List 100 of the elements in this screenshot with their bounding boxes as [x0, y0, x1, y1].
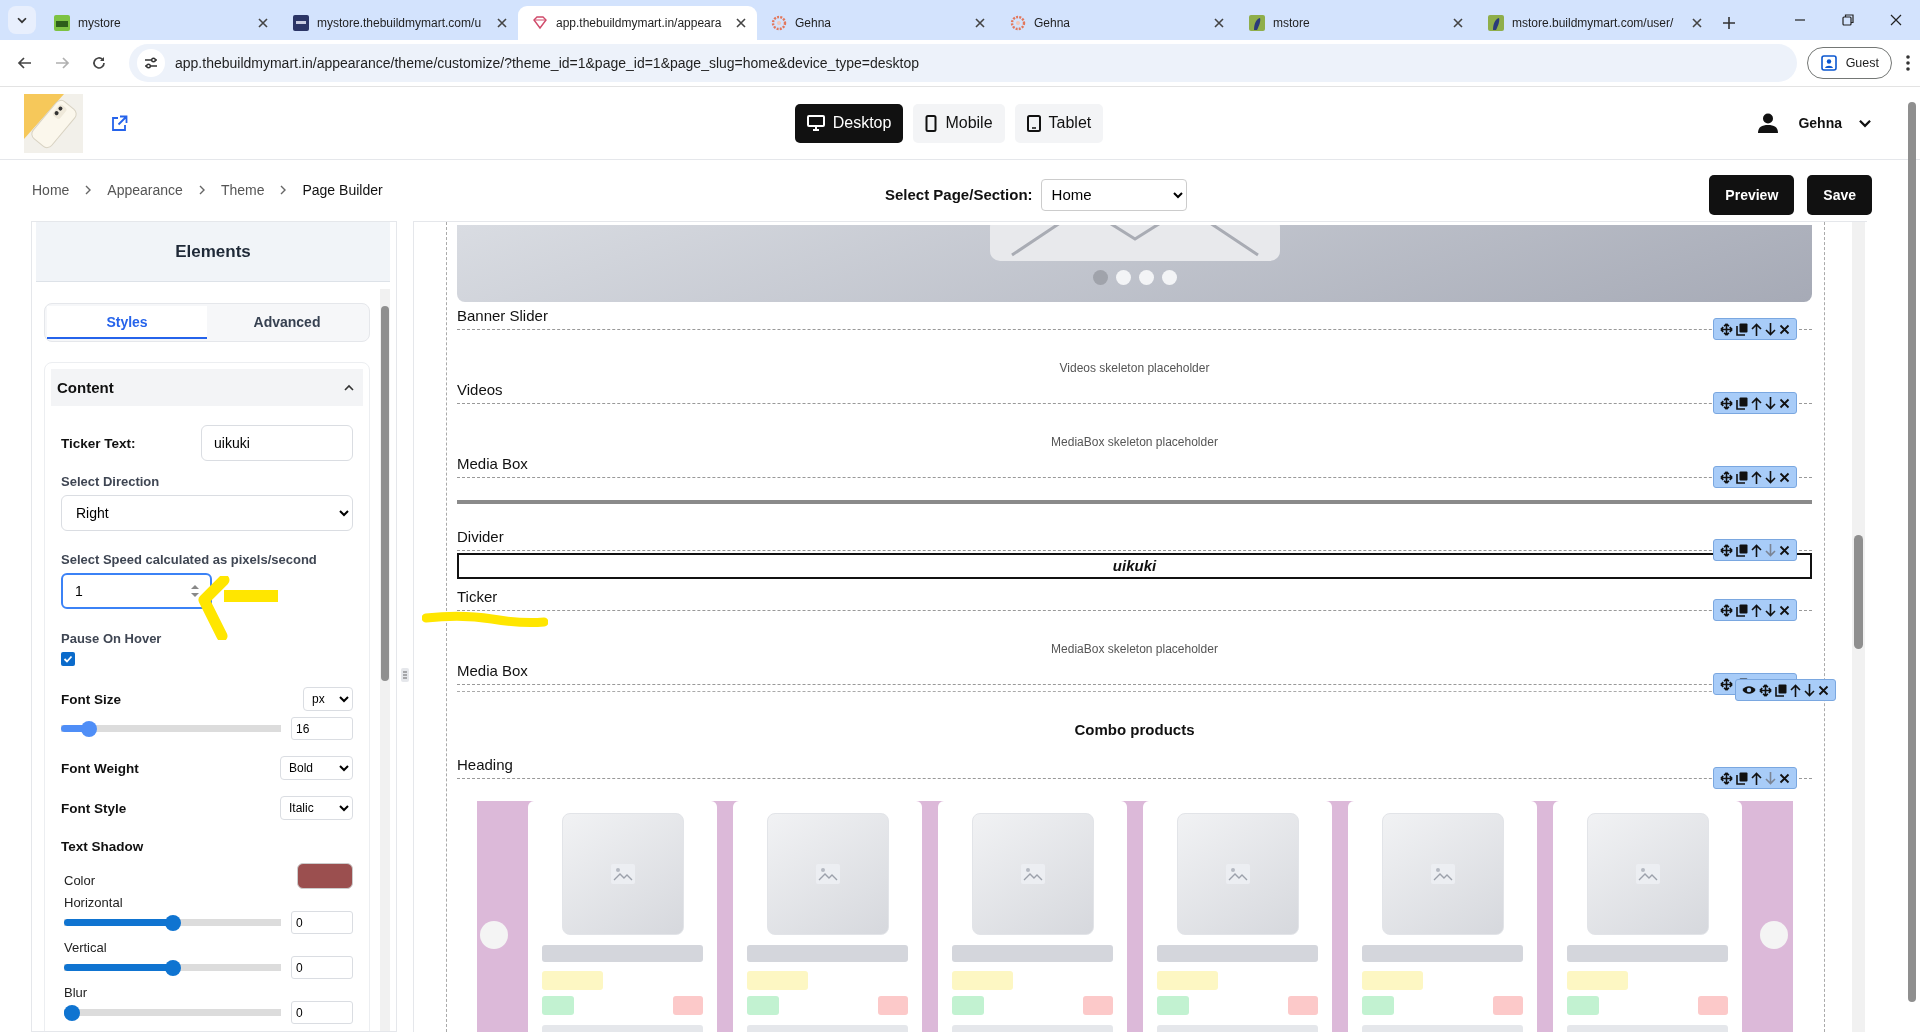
move-icon[interactable] [1720, 470, 1733, 484]
user-icon [1758, 113, 1779, 133]
site-info-icon[interactable] [143, 55, 159, 71]
move-icon[interactable] [1720, 322, 1733, 336]
unit-select[interactable]: px [303, 687, 353, 711]
close-icon[interactable] [1779, 604, 1790, 616]
reload-icon[interactable] [91, 55, 107, 71]
close-icon[interactable] [1779, 772, 1790, 784]
spinner-icon[interactable] [190, 584, 200, 598]
close-icon[interactable] [1818, 684, 1829, 696]
address-bar[interactable]: app.thebuildmymart.in/appearance/theme/customize/?theme_id=1&page_id=1&page_slug=home&device_type=desktop [129, 44, 1797, 82]
slider-thumb[interactable] [81, 720, 98, 737]
arrow-down-icon[interactable] [1804, 683, 1815, 697]
profile-button[interactable]: Guest [1806, 47, 1892, 79]
move-icon[interactable] [1720, 603, 1733, 617]
slider-thumb[interactable] [64, 1004, 80, 1021]
select-field[interactable]: Bold [280, 756, 353, 780]
breadcrumb-link[interactable]: Home [32, 181, 70, 198]
value-field[interactable]: 0 [291, 911, 353, 934]
close-icon[interactable] [1889, 13, 1903, 27]
plus-icon[interactable] [1721, 15, 1737, 31]
browser-tab[interactable]: app.thebuildmymart.in/appeara [518, 6, 757, 40]
section-header[interactable]: Content [51, 369, 363, 406]
arrow-down-icon[interactable] [1765, 603, 1776, 617]
browser-tab[interactable]: mstore.buildmymart.com/user/ [1474, 6, 1713, 40]
arrow-down-icon[interactable] [1765, 322, 1776, 336]
copy-icon[interactable] [1736, 396, 1748, 410]
move-icon[interactable] [1759, 683, 1772, 697]
phone-icon [925, 114, 938, 132]
carousel-dot[interactable] [1161, 270, 1177, 285]
copy-icon[interactable] [1775, 683, 1787, 697]
arrow-up-icon[interactable] [1751, 603, 1762, 617]
breadcrumb-current: Page Builder [302, 181, 383, 198]
group-label: Text Shadow [61, 839, 144, 854]
canvas-scrollbar[interactable] [1852, 222, 1865, 1032]
browser-tab[interactable]: mystore.thebuildmymart.com/u [279, 6, 518, 40]
close-icon[interactable] [1779, 471, 1790, 483]
tab-search-button[interactable] [8, 6, 36, 34]
copy-icon[interactable] [1736, 322, 1748, 336]
action-button[interactable]: Save [1807, 174, 1872, 215]
number-field[interactable]: 1 [61, 573, 212, 609]
copy-icon[interactable] [1736, 543, 1748, 557]
arrow-up-icon[interactable] [1790, 683, 1801, 697]
device-button[interactable]: Desktop [794, 103, 904, 143]
move-icon[interactable] [1720, 543, 1733, 557]
device-button[interactable]: Tablet [1014, 103, 1104, 143]
text-field[interactable]: uikuki [201, 425, 353, 461]
arrow-down-icon[interactable] [1765, 470, 1776, 484]
ticker-text: uikuki [457, 553, 1812, 579]
breadcrumb-link[interactable]: Theme [220, 181, 265, 198]
back-icon[interactable] [17, 55, 33, 71]
carousel-dot[interactable] [1092, 270, 1108, 285]
arrow-down-icon[interactable] [1765, 396, 1776, 410]
value-field[interactable]: 16 [291, 717, 353, 740]
copy-icon[interactable] [1736, 603, 1748, 617]
section-title: Content [57, 379, 114, 396]
close-icon[interactable] [1779, 323, 1790, 335]
device-button[interactable]: Mobile [913, 103, 1005, 143]
panel-tab[interactable]: Styles [47, 306, 207, 339]
move-icon[interactable] [1720, 396, 1733, 410]
arrow-up-icon[interactable] [1751, 396, 1762, 410]
browser-tab[interactable]: Gehna [757, 6, 996, 40]
action-button[interactable]: Preview [1709, 174, 1795, 215]
arrow-up-icon[interactable] [1751, 322, 1762, 336]
arrow-up-icon[interactable] [1751, 543, 1762, 557]
checkbox[interactable] [61, 652, 75, 666]
resize-handle[interactable] [401, 668, 409, 682]
panel-scrollbar[interactable] [380, 289, 390, 1031]
more-icon[interactable] [1906, 55, 1910, 71]
eye-icon[interactable] [1742, 684, 1756, 696]
arrow-up-icon[interactable] [1751, 771, 1762, 785]
carousel-dot[interactable] [1138, 270, 1154, 285]
value-field[interactable]: 0 [291, 1001, 353, 1024]
badge-skeleton [673, 996, 703, 1015]
color-swatch[interactable] [297, 863, 353, 889]
block-label: Banner Slider [457, 307, 548, 326]
copy-icon[interactable] [1736, 470, 1748, 484]
browser-tab[interactable]: mystore [40, 6, 279, 40]
arrow-up-icon[interactable] [1751, 470, 1762, 484]
panel-tab[interactable]: Advanced [207, 306, 367, 339]
image-icon [1020, 864, 1045, 884]
move-icon[interactable] [1720, 677, 1733, 691]
select-field[interactable]: Italic [280, 796, 353, 820]
restore-icon[interactable] [1841, 13, 1855, 27]
page-select[interactable]: Home [1040, 178, 1187, 211]
close-icon[interactable] [1779, 544, 1790, 556]
carousel-dot[interactable] [1115, 270, 1131, 285]
user-name[interactable]: Gehna [1798, 115, 1842, 131]
slider-thumb[interactable] [164, 914, 181, 931]
move-icon[interactable] [1720, 771, 1733, 785]
select-field[interactable]: Right [61, 495, 353, 531]
breadcrumb-link[interactable]: Appearance [107, 181, 183, 198]
value-field[interactable]: 0 [291, 956, 353, 979]
favicon-icon [54, 15, 70, 31]
copy-icon[interactable] [1736, 771, 1748, 785]
external-link-icon[interactable] [111, 114, 128, 132]
close-icon[interactable] [1779, 397, 1790, 409]
browser-tab[interactable]: Gehna [996, 6, 1235, 40]
slider-thumb[interactable] [164, 959, 181, 976]
browser-tab[interactable]: mstore [1235, 6, 1474, 40]
